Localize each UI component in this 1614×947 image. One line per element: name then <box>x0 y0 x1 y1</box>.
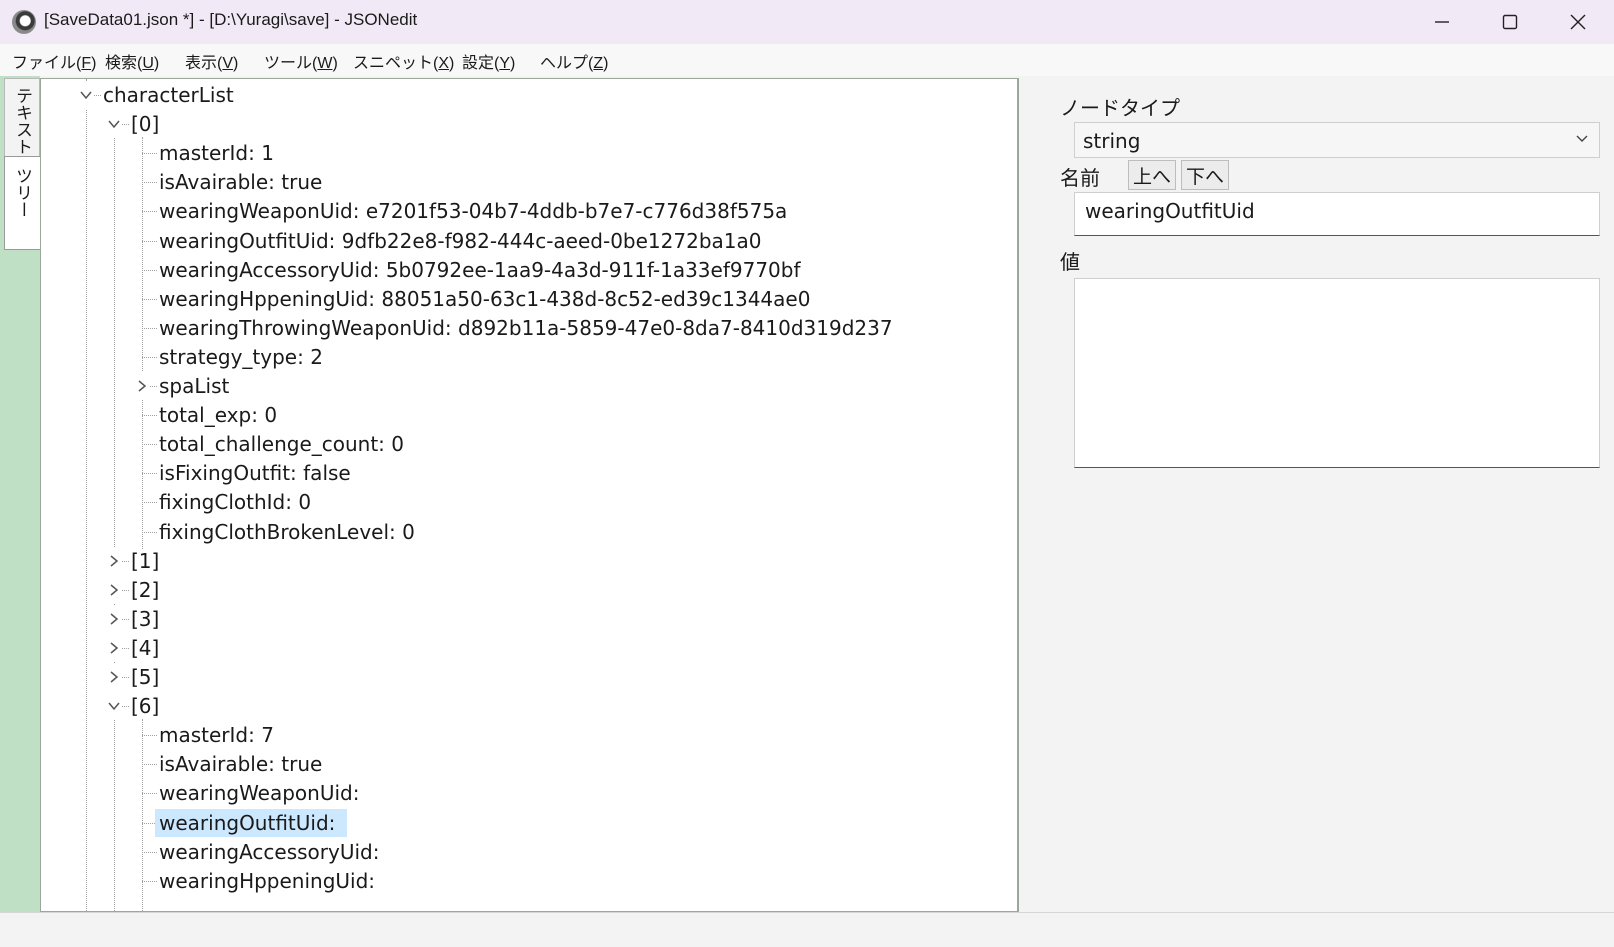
node-wearingthrowingweaponuid[interactable]: wearingThrowingWeaponUid: d892b11a-5859-… <box>159 314 893 342</box>
chevron-right-icon[interactable] <box>107 604 121 633</box>
tree-connector <box>142 502 157 504</box>
tab-text-label: テキスト <box>13 87 32 155</box>
chevron-right-icon[interactable] <box>107 546 121 575</box>
tree-connector <box>142 269 157 271</box>
close-icon <box>1570 14 1586 30</box>
node-wearingaccessoryuid[interactable]: wearingAccessoryUid: 5b0792ee-1aa9-4a3d-… <box>159 256 801 284</box>
menu-bar <box>0 44 1614 76</box>
move-up-button[interactable]: 上へ <box>1128 160 1176 190</box>
name-label: 名前 <box>1060 168 1100 190</box>
chevron-right-icon[interactable] <box>107 633 121 662</box>
chevron-down-icon[interactable] <box>107 110 121 139</box>
node-masterid[interactable]: masterId: 7 <box>159 721 274 749</box>
menu-snippets[interactable]: スニペット(X) <box>353 49 454 73</box>
tree-guide-line <box>142 719 143 911</box>
tree-connector <box>142 880 157 882</box>
chevron-right-icon[interactable] <box>135 372 149 400</box>
node-wearingaccessoryuid[interactable]: wearingAccessoryUid: <box>159 838 379 866</box>
tree-connector <box>142 531 157 533</box>
value-textarea[interactable] <box>1074 278 1600 468</box>
node-wearingoutfituid[interactable]: wearingOutfitUid: 9dfb22e8-f982-444c-aee… <box>159 227 761 255</box>
menu-tools[interactable]: ツール(W) <box>264 49 338 73</box>
nodetype-select[interactable]: string <box>1074 122 1600 158</box>
move-down-button[interactable]: 下へ <box>1181 160 1229 190</box>
tree-connector <box>142 851 157 853</box>
node-wearingweaponuid[interactable]: wearingWeaponUid: e7201f53-04b7-4ddb-b7e… <box>159 197 787 225</box>
app-logo-icon <box>12 10 36 34</box>
minimize-button[interactable] <box>1408 0 1476 44</box>
tree-guide-line <box>86 79 87 911</box>
node-masterid[interactable]: masterId: 1 <box>159 139 274 167</box>
tree-connector <box>142 240 157 242</box>
node-wearinghppeninguid[interactable]: wearingHppeningUid: <box>159 867 375 895</box>
menu-help[interactable]: ヘルプ(Z) <box>540 49 608 73</box>
menu-file[interactable]: ファイル(F) <box>12 49 96 73</box>
chevron-right-icon[interactable] <box>107 575 121 604</box>
status-bar <box>0 912 1614 947</box>
chevron-down-icon[interactable] <box>79 81 93 109</box>
chevron-down-icon <box>1575 131 1589 149</box>
node-strategy-type[interactable]: strategy_type: 2 <box>159 343 323 371</box>
tree-connector <box>142 356 157 358</box>
node-index-0[interactable]: [0] <box>131 110 159 138</box>
node-index-1[interactable]: [1] <box>131 547 159 575</box>
maximize-icon <box>1502 14 1518 30</box>
tab-tree[interactable]: ツリー <box>4 156 41 250</box>
tree-guide-line <box>142 137 143 549</box>
menu-settings[interactable]: 設定(Y) <box>462 49 515 73</box>
value-label: 値 <box>1060 252 1080 274</box>
name-value: wearingOutfitUid <box>1085 199 1255 223</box>
node-isavairable[interactable]: isAvairable: true <box>159 168 322 196</box>
tab-text[interactable]: テキスト <box>4 78 40 157</box>
menu-view[interactable]: 表示(V) <box>185 49 238 73</box>
node-wearingweaponuid[interactable]: wearingWeaponUid: <box>159 779 359 807</box>
tree-connector <box>142 153 157 155</box>
node-wearingoutfituid[interactable]: wearingOutfitUid: <box>155 808 348 837</box>
name-field[interactable]: wearingOutfitUid <box>1074 192 1600 236</box>
menu-search[interactable]: 検索(U) <box>105 49 159 73</box>
tree-connector <box>142 415 157 417</box>
maximize-button[interactable] <box>1476 0 1544 44</box>
node-total-exp[interactable]: total_exp: 0 <box>159 401 277 429</box>
nodetype-label: ノードタイプ <box>1060 98 1180 120</box>
node-total-challenge-count[interactable]: total_challenge_count: 0 <box>159 430 404 458</box>
node-index-4[interactable]: [4] <box>131 634 159 662</box>
tab-tree-label: ツリー <box>13 167 32 218</box>
tree-connector <box>142 793 157 795</box>
node-index-2[interactable]: [2] <box>131 576 159 604</box>
close-button[interactable] <box>1544 0 1612 44</box>
tree-connector <box>142 473 157 475</box>
node-wearinghppeninguid[interactable]: wearingHppeningUid: 88051a50-63c1-438d-8… <box>159 285 810 313</box>
tree-guide-line <box>114 137 115 911</box>
chevron-right-icon[interactable] <box>107 663 121 691</box>
tree-connector <box>142 298 157 300</box>
minimize-icon <box>1435 21 1449 23</box>
node-fixingclothbrokenlevel[interactable]: fixingClothBrokenLevel: 0 <box>159 518 415 546</box>
chevron-down-icon[interactable] <box>107 692 121 721</box>
tree-connector <box>142 327 157 329</box>
json-tree-view[interactable]: characterList [0] masterId: 1 isAvairable: … <box>40 78 1018 912</box>
tree-connector <box>142 182 157 184</box>
node-spalist[interactable]: spaList <box>159 372 229 400</box>
window-title: [SaveData01.json *] - [D:\Yuragi\save] -… <box>44 10 418 29</box>
tree-connector <box>142 211 157 213</box>
node-isfixingoutfit[interactable]: isFixingOutfit: false <box>159 459 351 487</box>
node-index-6[interactable]: [6] <box>131 692 159 720</box>
node-index-5[interactable]: [5] <box>131 663 159 691</box>
tree-connector <box>142 444 157 446</box>
node-characterlist[interactable]: characterList <box>103 81 234 109</box>
tree-connector <box>142 764 157 766</box>
node-isavairable[interactable]: isAvairable: true <box>159 750 322 778</box>
nodetype-value: string <box>1083 129 1141 153</box>
tree-connector <box>142 735 157 737</box>
node-index-3[interactable]: [3] <box>131 605 159 633</box>
node-fixingclothid[interactable]: fixingClothId: 0 <box>159 488 311 516</box>
